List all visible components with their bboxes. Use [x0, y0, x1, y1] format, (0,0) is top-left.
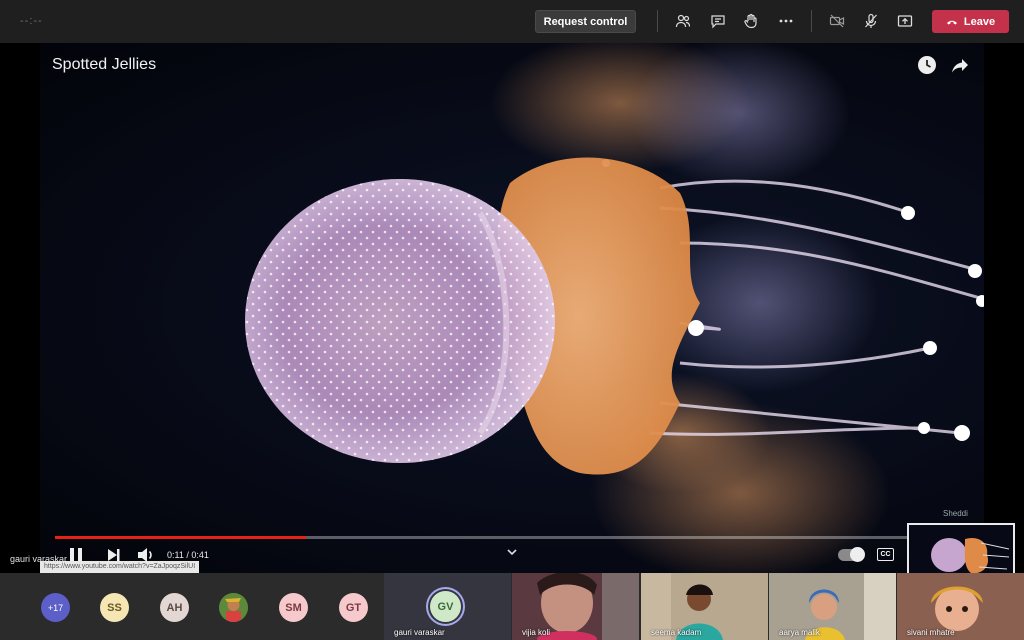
- autoplay-toggle[interactable]: [838, 547, 865, 562]
- leave-button[interactable]: Leave: [932, 10, 1009, 33]
- participant-name: sivani mhatre: [907, 628, 955, 637]
- participant-photo-avatar[interactable]: [219, 593, 248, 622]
- video-progress-fill: [55, 536, 307, 539]
- participant-avatar[interactable]: SS: [100, 593, 129, 622]
- shared-content-stage: Spotted Jellies Sheddi 0:11 / 0:41 CC ga…: [0, 43, 1024, 573]
- camera-off-icon[interactable]: [826, 10, 848, 32]
- more-options-icon[interactable]: [775, 10, 797, 32]
- participant-avatar[interactable]: GT: [339, 593, 368, 622]
- active-speaker-avatar: GV: [430, 591, 461, 622]
- watch-later-clock-icon[interactable]: [916, 54, 938, 76]
- participant-video-tile[interactable]: vijia koli: [512, 573, 639, 640]
- participant-avatar[interactable]: AH: [160, 593, 189, 622]
- request-control-button[interactable]: Request control: [535, 10, 636, 33]
- chat-icon[interactable]: [707, 10, 729, 32]
- toolbar-divider: [657, 10, 658, 32]
- active-speaker-tile[interactable]: GV gauri varaskar: [384, 573, 511, 640]
- participant-name: seema kadam: [651, 628, 702, 637]
- people-icon[interactable]: [672, 10, 694, 32]
- video-watermark: Sheddi: [943, 509, 968, 518]
- share-screen-icon[interactable]: [894, 10, 916, 32]
- preview-jellyfish-image: [909, 525, 1013, 573]
- participant-video-tile[interactable]: sivani mhatre: [897, 573, 1024, 640]
- phone-icon: [946, 20, 957, 24]
- jellyfish-video-frame: [245, 43, 984, 573]
- participant-name: aarya malik: [779, 628, 820, 637]
- video-player[interactable]: [40, 43, 984, 573]
- participant-name: vijia koli: [522, 628, 551, 637]
- meeting-toolbar: --:-- Request control Leave: [0, 0, 1024, 43]
- meeting-timer: --:--: [20, 15, 43, 27]
- self-preview-thumbnail[interactable]: [907, 523, 1015, 573]
- participant-video-tile[interactable]: seema kadam: [641, 573, 768, 640]
- participant-video-tile[interactable]: aarya malik: [769, 573, 896, 640]
- raise-hand-icon[interactable]: [740, 10, 762, 32]
- closed-captions-button[interactable]: CC: [877, 548, 894, 561]
- share-arrow-icon[interactable]: [949, 54, 971, 76]
- leave-label: Leave: [963, 15, 996, 28]
- participant-strip: +17 SS AH SM GT GV gauri varaskar vijia …: [0, 573, 1024, 640]
- mic-icon[interactable]: [860, 10, 882, 32]
- participant-avatar[interactable]: SM: [279, 593, 308, 622]
- avatar-photo-image: [219, 593, 248, 622]
- chevron-down-icon[interactable]: [505, 545, 519, 559]
- toolbar-divider: [811, 10, 812, 32]
- video-progress-bar[interactable]: [55, 536, 985, 539]
- video-time: 0:11 / 0:41: [167, 550, 209, 560]
- participant-name: gauri varaskar: [394, 628, 445, 637]
- link-url-tooltip: https://www.youtube.com/watch?v=ZaJpoqzS…: [40, 561, 200, 573]
- overflow-participants-badge[interactable]: +17: [41, 593, 70, 622]
- video-title: Spotted Jellies: [52, 56, 157, 73]
